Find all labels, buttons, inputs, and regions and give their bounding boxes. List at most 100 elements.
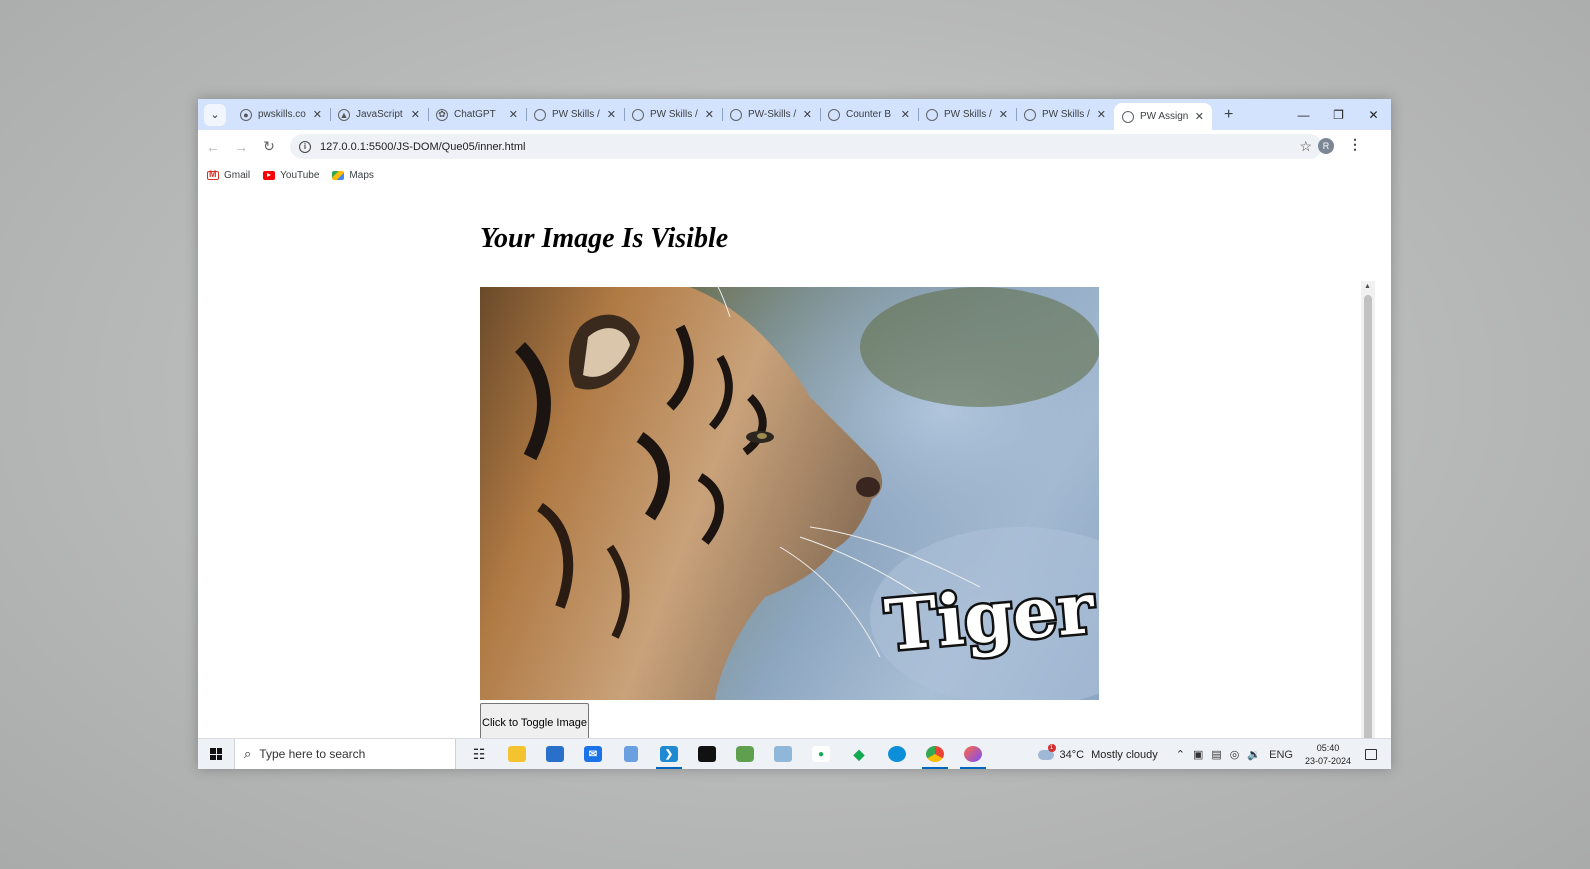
app3-icon (964, 746, 982, 762)
chatgpt-icon: ✿ (436, 108, 448, 121)
bookmark-label: Maps (349, 169, 374, 181)
app-icon (624, 746, 638, 762)
mongodb-icon: ● (812, 746, 830, 762)
scroll-thumb[interactable] (1364, 295, 1372, 769)
cloud-icon (1037, 743, 1056, 760)
tab-close-icon[interactable]: ✕ (509, 108, 518, 121)
new-tab-button[interactable]: + (1224, 106, 1233, 124)
tab-2[interactable]: ✿ ChatGPT ✕ (428, 99, 526, 130)
weather-temp: 34°C (1059, 748, 1085, 761)
more-menu-icon[interactable]: ⋮ (1348, 136, 1362, 153)
tiger-image: Tiger (480, 287, 1099, 700)
tab-close-icon[interactable]: ✕ (901, 108, 910, 121)
close-icon[interactable]: ✕ (1356, 99, 1391, 130)
forward-arrow-icon[interactable]: → (228, 139, 254, 155)
terminal-icon (698, 746, 716, 762)
toggle-image-button[interactable]: Click to Toggle Image (480, 703, 589, 742)
tab-close-icon[interactable]: ✕ (1097, 108, 1106, 121)
start-button[interactable] (198, 748, 234, 760)
app-button[interactable] (612, 739, 650, 770)
reload-icon[interactable]: ↻ (256, 138, 282, 155)
bookmark-maps[interactable]: Maps (332, 169, 374, 181)
tab-close-icon[interactable]: ✕ (607, 108, 616, 121)
restore-icon[interactable]: ❐ (1321, 99, 1356, 130)
chrome-button[interactable] (916, 739, 954, 770)
tab-3[interactable]: PW Skills / ✕ (526, 99, 624, 130)
tab-5[interactable]: PW-Skills / ✕ (722, 99, 820, 130)
bookmark-gmail[interactable]: Gmail (207, 169, 250, 181)
app2-icon (774, 746, 792, 762)
vscode-button[interactable]: ❯ (650, 739, 688, 770)
tiger-illustration: Tiger (480, 287, 1099, 700)
globe-icon (926, 108, 938, 121)
globe-icon (828, 108, 840, 121)
notification-icon[interactable] (1365, 749, 1377, 760)
mail-icon: ✉ (584, 746, 602, 762)
mongodb-button[interactable]: ◆ (840, 739, 878, 770)
tab-close-icon[interactable]: ✕ (803, 108, 812, 121)
edge-icon (888, 746, 906, 762)
tab-close-icon[interactable]: ✕ (705, 108, 714, 121)
drive-icon: ▲ (338, 108, 350, 121)
nodejs-icon (736, 746, 754, 762)
weather-description: Mostly cloudy (1091, 748, 1158, 761)
url-text[interactable]: 127.0.0.1:5500/JS-DOM/Que05/inner.html (320, 141, 525, 153)
tab-6[interactable]: Counter B ✕ (820, 99, 918, 130)
tab-title: ChatGPT (454, 109, 496, 120)
taskbar-search[interactable]: ⌕ Type here to search (234, 738, 456, 769)
vertical-scrollbar[interactable]: ▲ ▼ (1361, 281, 1375, 769)
tab-title: PW Assign (1140, 111, 1189, 122)
task-view-icon: ☷ (472, 745, 486, 762)
tab-search-button[interactable]: ⌄ (204, 103, 226, 126)
clock-time: 05:40 (1316, 742, 1340, 753)
tab-8[interactable]: PW Skills / ✕ (1016, 99, 1114, 130)
tab-title: PW-Skills / (748, 109, 797, 120)
bookmarks-bar: Gmail YouTube Maps (198, 163, 1391, 187)
tab-4[interactable]: PW Skills / ✕ (624, 99, 722, 130)
language-indicator[interactable]: ENG (1269, 749, 1293, 761)
app2-button[interactable] (764, 739, 802, 770)
tab-close-icon[interactable]: ✕ (411, 108, 420, 121)
tab-0[interactable]: ● pwskills.co ✕ (232, 99, 330, 130)
minimize-icon[interactable]: — (1286, 99, 1321, 130)
volume-icon[interactable]: 🔉 (1247, 748, 1261, 761)
store-button[interactable] (536, 739, 574, 770)
tab-close-icon[interactable]: ✕ (313, 108, 322, 121)
mongodb-compass-button[interactable]: ● (802, 739, 840, 770)
profile-avatar[interactable]: R (1318, 138, 1334, 154)
scroll-up-icon[interactable]: ▲ (1364, 283, 1371, 290)
tab-close-icon[interactable]: ✕ (1195, 110, 1204, 123)
folder-icon (508, 746, 526, 762)
file-explorer-button[interactable] (498, 739, 536, 770)
back-arrow-icon[interactable]: ← (200, 139, 226, 155)
nodejs-button[interactable] (726, 739, 764, 770)
network-globe-icon[interactable]: ◎ (1230, 748, 1240, 761)
site-info-icon[interactable]: i (299, 140, 311, 153)
chevron-up-icon[interactable]: ⌃ (1176, 748, 1185, 761)
tab-close-icon[interactable]: ✕ (999, 108, 1008, 121)
task-view-button[interactable]: ☷ (460, 739, 498, 770)
mongodb-leaf-icon: ◆ (853, 745, 865, 762)
app3-button[interactable] (954, 739, 992, 770)
tab-title: PW Skills / (552, 109, 600, 120)
taskbar-apps: ☷ ✉ ❯ ● ◆ (460, 739, 992, 769)
vscode-icon: ❯ (660, 746, 678, 762)
clock[interactable]: 05:40 23-07-2024 (1305, 742, 1351, 768)
mail-button[interactable]: ✉ (574, 739, 612, 770)
chevron-down-icon: ⌄ (210, 109, 220, 121)
display-icon[interactable]: ▤ (1211, 748, 1221, 761)
globe-icon (730, 108, 742, 121)
bookmark-youtube[interactable]: YouTube (263, 170, 319, 181)
tab-strip: ⌄ ● pwskills.co ✕ ▲ JavaScript ✕ ✿ ChatGPT ✕ PW S… (198, 99, 1391, 130)
terminal-button[interactable] (688, 739, 726, 770)
device-icon[interactable]: ▣ (1193, 748, 1203, 761)
chrome-icon (926, 746, 944, 762)
tab-7[interactable]: PW Skills / ✕ (918, 99, 1016, 130)
tab-1[interactable]: ▲ JavaScript ✕ (330, 99, 428, 130)
edge-button[interactable] (878, 739, 916, 770)
tab-9[interactable]: PW Assign ✕ (1114, 103, 1212, 130)
tab-title: PW Skills / (944, 109, 992, 120)
weather-widget[interactable]: 34°C Mostly cloudy (1037, 743, 1158, 761)
bookmark-star-icon[interactable]: ☆ (1299, 138, 1312, 155)
address-bar[interactable]: i 127.0.0.1:5500/JS-DOM/Que05/inner.html… (290, 134, 1322, 159)
